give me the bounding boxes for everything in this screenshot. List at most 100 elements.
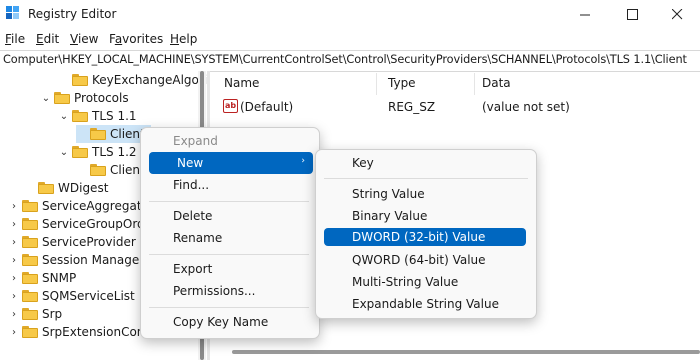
tree-item[interactable]: › SNMP [8,269,76,287]
tree-item[interactable]: › SQMServiceList [8,287,135,305]
chevron-down-icon[interactable]: ⌄ [40,93,52,104]
menu-edit[interactable]: Edit [36,32,59,46]
address-bar[interactable]: Computer\HKEY_LOCAL_MACHINE\SYSTEM\Curre… [0,50,700,72]
value-row[interactable]: ab (Default) REG_SZ (value not set) [216,97,696,117]
column-header-data[interactable]: Data [482,76,511,90]
menu-item-label: Permissions... [173,284,256,298]
close-icon [671,8,682,19]
menu-item-expand[interactable]: Expand [145,130,315,152]
menu-file-label: ile [11,32,26,46]
folder-icon [22,326,38,338]
folder-icon [22,308,38,320]
string-value-icon: ab [223,99,238,113]
chevron-down-icon[interactable]: ⌄ [58,147,70,158]
chevron-right-icon[interactable]: › [8,219,20,230]
folder-icon [90,164,106,176]
menu-item-permissions[interactable]: Permissions... [145,280,315,302]
tree-item-label: ServiceProvider [42,235,136,249]
tree-item[interactable]: Client [76,161,145,179]
tree-item[interactable]: ⌄ TLS 1.1 [58,107,137,125]
folder-icon [22,200,38,212]
column-divider[interactable] [376,73,377,95]
submenu-item-string-value[interactable]: String Value [320,183,532,205]
column-header-type[interactable]: Type [388,76,416,90]
tree-item[interactable]: › Srp [8,305,62,323]
tree-item-label: WDigest [58,181,109,195]
menu-item-label: Multi-String Value [352,275,459,289]
chevron-right-icon[interactable]: › [8,255,20,266]
close-button[interactable] [654,0,700,28]
chevron-right-icon[interactable]: › [8,273,20,284]
tree-item-label: Session Manager [42,253,145,267]
chevron-right-icon[interactable]: › [8,309,20,320]
submenu-item-key[interactable]: Key [320,152,532,174]
folder-icon [22,218,38,230]
menu-item-find[interactable]: Find... [145,174,315,196]
menu-item-delete[interactable]: Delete [145,205,315,227]
submenu-item-binary-value[interactable]: Binary Value [320,205,532,227]
menu-edit-label: dit [43,32,60,46]
tree-item[interactable]: › Session Manager [8,251,144,269]
tree-item[interactable]: WDigest [24,179,108,197]
tree-item-label: Srp [42,307,63,321]
menu-item-label: DWORD (32-bit) Value [352,230,486,244]
tree-item[interactable]: ⌄ TLS 1.2 [58,143,137,161]
folder-icon [72,74,88,86]
submenu-item-multi-string-value[interactable]: Multi-String Value [320,271,532,293]
chevron-right-icon[interactable]: › [8,201,20,212]
tree-item[interactable]: ⌄ Protocols [40,89,129,107]
menu-help-label: elp [179,32,198,46]
menu-item-label: Export [173,262,213,276]
address-path[interactable]: Computer\HKEY_LOCAL_MACHINE\SYSTEM\Curre… [3,53,687,66]
title-bar: Registry Editor [0,0,700,28]
tree-item[interactable]: KeyExchangeAlgorithm [58,71,208,89]
menu-view-accel: V [70,32,78,46]
tree-item-label: TLS 1.2 [92,145,137,159]
folder-icon [90,128,106,140]
window-title: Registry Editor [28,7,117,21]
menu-view[interactable]: View [70,32,98,46]
folder-icon [38,182,54,194]
menu-favorites-label: vorites [122,32,164,46]
folder-icon [72,110,88,122]
tree-item[interactable]: › ServiceGroupOrder [8,215,157,233]
folder-icon [72,146,88,158]
menu-help[interactable]: Help [170,32,197,46]
submenu-item-dword-value[interactable]: DWORD (32-bit) Value [324,228,526,246]
tree-item[interactable]: › SrpExtensionConfig [8,323,160,341]
chevron-right-icon[interactable]: › [8,237,20,248]
menu-item-label: Rename [173,231,223,245]
maximize-button[interactable] [609,0,655,28]
menu-item-label: Binary Value [352,209,428,223]
chevron-down-icon[interactable]: ⌄ [58,111,70,122]
new-submenu: Key String Value Binary Value DWORD (32-… [315,149,537,319]
folder-icon [22,254,38,266]
menu-separator [149,254,309,255]
chevron-right-icon[interactable]: › [8,327,20,338]
minimize-icon [579,14,590,15]
tree-item[interactable]: › ServiceProvider [8,233,136,251]
menu-separator [149,307,309,308]
menu-item-copy-key-name[interactable]: Copy Key Name [145,311,315,333]
menu-item-export[interactable]: Export [145,258,315,280]
menu-file[interactable]: File [5,32,25,46]
submenu-item-qword-value[interactable]: QWORD (64-bit) Value [320,249,532,271]
menu-item-label: Key [352,156,374,170]
column-header-name[interactable]: Name [224,76,259,90]
menu-item-rename[interactable]: Rename [145,227,315,249]
menu-view-label: iew [77,32,99,46]
submenu-item-expandable-string-value[interactable]: Expandable String Value [320,293,532,315]
tree-item-label: SQMServiceList [42,289,135,303]
menu-item-label: Copy Key Name [173,315,269,329]
menu-item-label: Expand [173,134,218,148]
chevron-right-icon: › [301,156,305,166]
menu-bar: File Edit View Favorites Help [0,29,700,49]
minimize-button[interactable] [562,0,608,28]
menu-favorites[interactable]: Favorites [109,32,163,46]
values-horizontal-scrollbar[interactable] [232,350,700,354]
chevron-right-icon[interactable]: › [8,291,20,302]
tree-item-label: Protocols [74,91,129,105]
menu-item-new[interactable]: New › [149,152,313,174]
tree-item-label: SNMP [42,271,77,285]
column-divider[interactable] [474,73,475,95]
